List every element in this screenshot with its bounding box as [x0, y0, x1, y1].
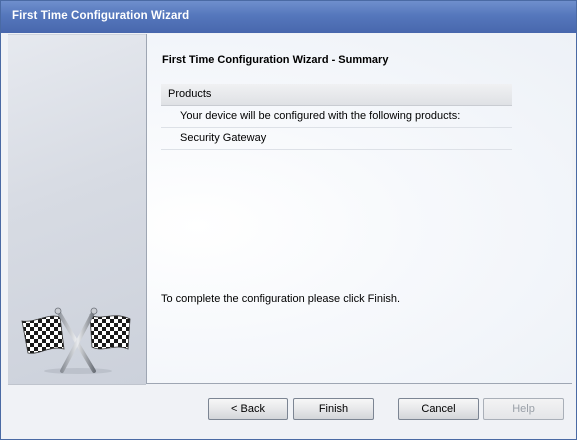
products-header: Products [161, 84, 512, 106]
finish-button[interactable]: Finish [293, 398, 374, 420]
title-bar[interactable]: First Time Configuration Wizard [1, 1, 576, 33]
products-table: Products Your device will be configured … [161, 84, 512, 150]
products-row: Your device will be configured with the … [161, 106, 512, 128]
back-button[interactable]: < Back [208, 398, 288, 420]
products-row: Security Gateway [161, 128, 512, 150]
help-button[interactable]: Help [483, 398, 564, 420]
page-title: First Time Configuration Wizard - Summar… [162, 54, 389, 66]
wizard-content-panel: First Time Configuration Wizard - Summar… [146, 34, 572, 384]
window-title: First Time Configuration Wizard [12, 10, 190, 22]
finish-instruction: To complete the configuration please cli… [161, 293, 401, 305]
cancel-button[interactable]: Cancel [398, 398, 479, 420]
checkered-flags-icon [21, 307, 131, 374]
wizard-side-panel [8, 34, 146, 385]
wizard-window: First Time Configuration Wizard First Ti… [0, 0, 577, 440]
